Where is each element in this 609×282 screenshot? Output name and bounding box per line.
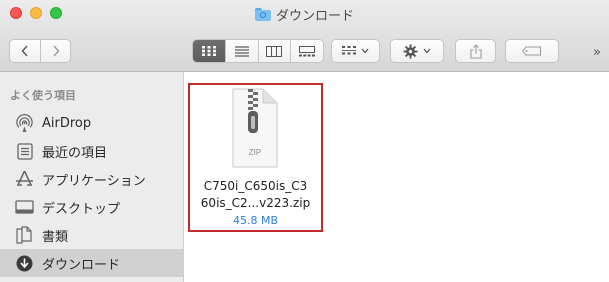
file-name-line2: 60is_C2...v223.zip [200, 196, 311, 210]
sidebar-item-recents[interactable]: 最近の項目 [0, 137, 184, 165]
zip-file-icon: ZIP [232, 88, 278, 172]
applications-icon [15, 170, 34, 189]
back-button[interactable] [10, 40, 40, 62]
zip-type-label: ZIP [249, 148, 261, 157]
toolbar-overflow-button[interactable]: » [593, 45, 601, 60]
sidebar-item-label: ダウンロード [42, 257, 121, 273]
window-title-label: ダウンロード [275, 9, 354, 24]
sidebar-item-applications[interactable]: アプリケーション [0, 165, 184, 193]
column-view-icon [266, 45, 283, 57]
sidebar-item-airdrop[interactable]: AirDrop [0, 109, 184, 137]
sidebar-item-label: AirDrop [42, 115, 92, 131]
airdrop-icon [15, 113, 34, 133]
share-icon [469, 43, 482, 59]
sidebar-item-desktop[interactable]: デスクトップ [0, 193, 184, 221]
toolbar: ダウンロード » [0, 0, 609, 72]
action-menu-button[interactable] [390, 39, 444, 63]
downloads-icon [15, 254, 34, 273]
tag-icon [522, 46, 541, 56]
gallery-view-button[interactable] [290, 40, 323, 62]
gear-icon [403, 43, 418, 59]
sidebar-item-label: 書類 [42, 229, 69, 245]
sidebar-item-label: アプリケーション [42, 173, 146, 189]
group-by-icon [342, 46, 356, 55]
share-button[interactable] [455, 39, 496, 63]
sidebar-section-favorites: よく使う項目 [10, 89, 76, 102]
file-item[interactable]: ZIP C750i_C650is_C3 60is_C2...v223.zip 4… [190, 85, 321, 230]
navigation-buttons [9, 39, 71, 63]
sidebar-item-label: デスクトップ [42, 201, 121, 217]
file-name-line1: C750i_C650is_C3 [203, 179, 308, 193]
icon-view-icon [201, 46, 216, 56]
list-view-icon [234, 45, 249, 57]
desktop-icon [15, 198, 34, 217]
tag-button[interactable] [505, 39, 559, 63]
chevron-down-icon [361, 48, 369, 54]
window-title: ダウンロード [0, 5, 609, 24]
finder-window: ダウンロード » よく使う項目 AirDrop 最近の項目 アプリケーション デ… [0, 0, 609, 282]
sidebar: よく使う項目 AirDrop 最近の項目 アプリケーション デスクトップ 書類 … [0, 72, 184, 282]
chevron-left-icon [21, 45, 28, 57]
group-by-button[interactable] [331, 39, 380, 63]
forward-button[interactable] [40, 40, 70, 62]
file-name: C750i_C650is_C3 60is_C2...v223.zip [190, 178, 321, 212]
file-browser: ZIP C750i_C650is_C3 60is_C2...v223.zip 4… [185, 72, 609, 282]
documents-icon [15, 226, 34, 245]
sidebar-item-downloads[interactable]: ダウンロード [0, 249, 184, 277]
chevron-down-icon [423, 48, 431, 54]
gallery-view-icon [299, 45, 316, 56]
icon-view-button[interactable] [193, 40, 225, 62]
sidebar-item-documents[interactable]: 書類 [0, 221, 184, 249]
column-view-button[interactable] [257, 40, 291, 62]
downloads-folder-icon [254, 8, 271, 21]
list-view-button[interactable] [224, 40, 258, 62]
sidebar-item-label: 最近の項目 [42, 145, 108, 161]
recents-icon [15, 142, 34, 161]
chevron-right-icon [52, 45, 59, 57]
view-mode-control [192, 39, 324, 63]
file-size: 45.8 MB [232, 214, 279, 227]
